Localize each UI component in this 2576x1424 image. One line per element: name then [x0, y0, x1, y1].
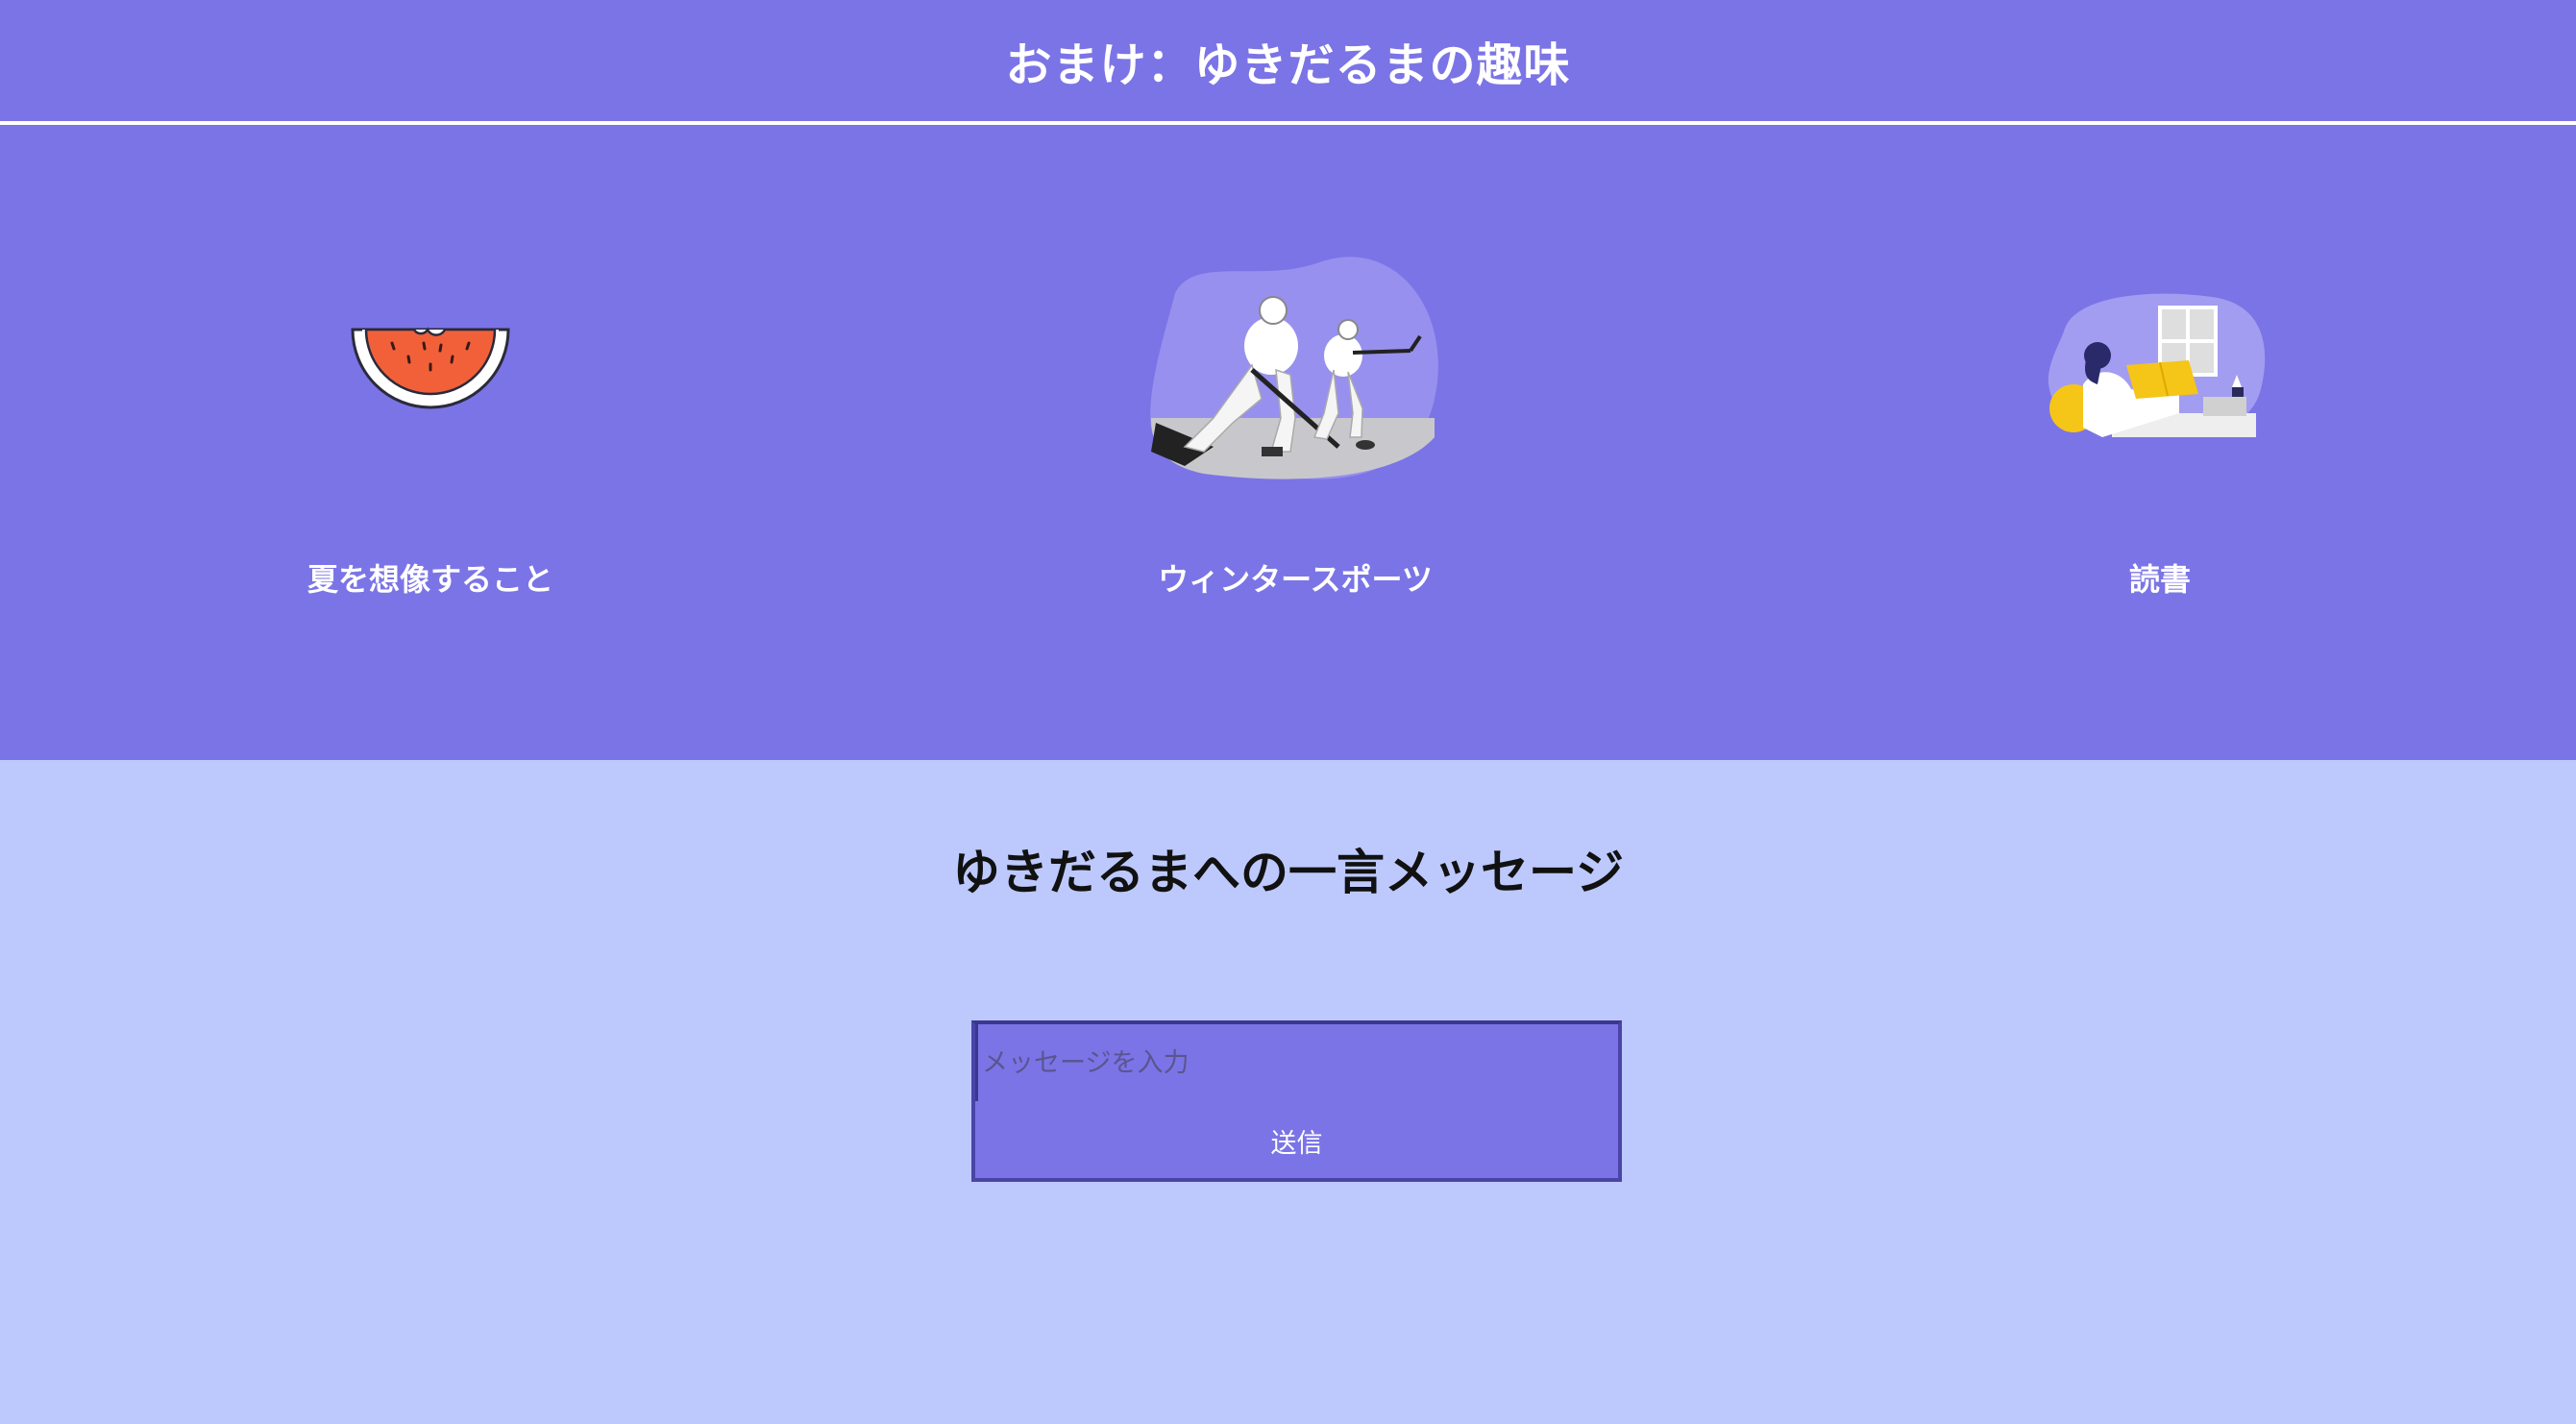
hobby-label-reading: 読書 [2128, 561, 2191, 598]
watermelon-icon [349, 250, 512, 490]
message-input[interactable] [975, 1024, 1618, 1101]
hobby-label-winter-sports: ウィンタースポーツ [1158, 561, 1433, 598]
page-title: おまけ：ゆきだるまの趣味 [1005, 38, 1571, 92]
hobby-label-summer: 夏を想像すること [307, 561, 553, 598]
hobbies-section: おまけ：ゆきだるまの趣味 夏を想像すること ウィンタースポーツ 読書 [0, 0, 2576, 760]
message-form: 送信 [971, 1020, 1622, 1182]
hobby-card-winter-sports: ウィンタースポーツ [1007, 250, 1583, 605]
woman-reading-illustration [2045, 250, 2275, 490]
hobby-card-summer: 夏を想像すること [142, 250, 719, 605]
page-header: おまけ：ゆきだるまの趣味 [0, 0, 2576, 125]
ice-hockey-players-illustration [1146, 250, 1444, 490]
send-button[interactable]: 送信 [975, 1101, 1618, 1178]
hobby-card-reading: 読書 [1872, 250, 2448, 605]
message-section-title: ゆきだるまへの一言メッセージ [952, 845, 1624, 900]
